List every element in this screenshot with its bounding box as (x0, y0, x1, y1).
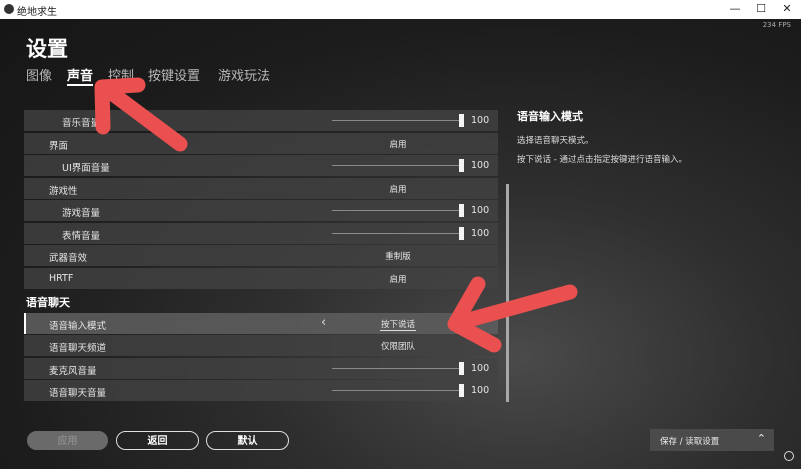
title-bar: 绝地求生 — ☐ ✕ (0, 0, 801, 19)
window-title: 绝地求生 (17, 7, 57, 18)
app-logo-icon (4, 4, 14, 14)
minimize-button[interactable]: — (724, 1, 746, 17)
close-button[interactable]: ✕ (776, 1, 798, 17)
maximize-button[interactable]: ☐ (750, 1, 772, 17)
settings-screen: 234 FPS 设置 图像 声音 控制 按键设置 游戏玩法 音乐音量 100 界… (0, 19, 801, 469)
annotation-overlay (94, 77, 578, 353)
annotation-arrow-icon (447, 276, 578, 353)
annotation-arrow-icon (94, 77, 188, 152)
